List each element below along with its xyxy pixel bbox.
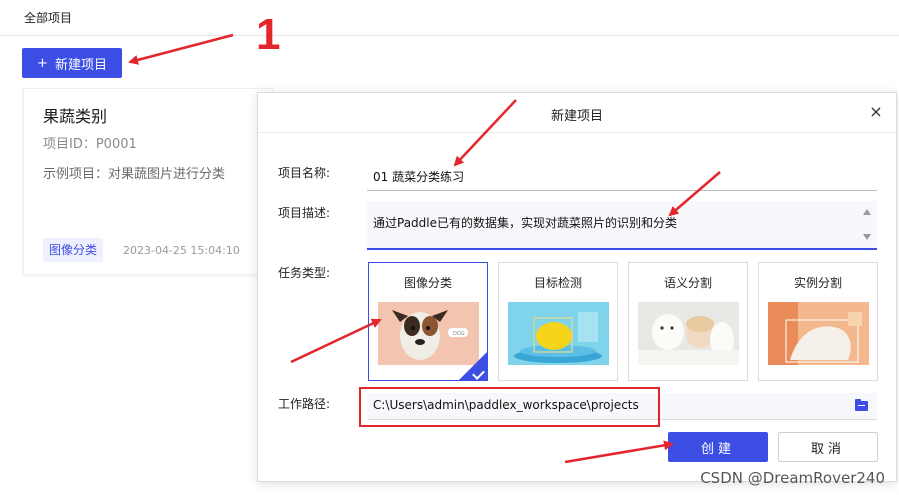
page-title: 全部项目 (24, 11, 73, 25)
folder-icon[interactable] (855, 399, 868, 411)
project-date: 2023-04-25 15:04:10 (123, 244, 240, 257)
step-number-annotation: 1 (256, 10, 281, 59)
project-desc-value: 通过Paddle已有的数据集，实现对蔬菜照片的识别和分类 (373, 216, 678, 230)
task-option-image-classification[interactable]: 图像分类 DOG (368, 262, 488, 381)
create-button[interactable]: 创建 (668, 432, 768, 462)
lemon-photo-icon (508, 302, 609, 365)
task-option-semantic-segmentation[interactable]: 语义分割 (628, 262, 748, 381)
project-name-label: 项目名称: (278, 166, 331, 180)
plus-icon: + (37, 55, 48, 71)
watermark: CSDN @DreamRover240 (700, 469, 885, 487)
task-type-label: 任务类型: (278, 266, 331, 280)
close-icon[interactable]: × (866, 102, 886, 122)
scroll-up-icon[interactable] (863, 209, 871, 215)
new-project-label: 新建项目 (54, 57, 107, 73)
dog-child-photo-icon (638, 302, 739, 365)
project-card[interactable]: 果蔬类别 项目ID：P0001 示例项目：对果蔬图片进行分类 图像分类 2023… (23, 88, 273, 275)
project-id: 项目ID：P0001 (43, 137, 137, 152)
project-desc-label: 项目描述: (278, 206, 331, 220)
work-path-label: 工作路径: (278, 397, 331, 411)
svg-text:DOG: DOG (453, 331, 465, 337)
top-bar: 全部项目 (0, 0, 899, 36)
task-option-label: 目标检测 (533, 276, 582, 290)
project-name-input[interactable] (367, 162, 877, 191)
page: 全部项目 + 新建项目 果蔬类别 项目ID：P0001 示例项目：对果蔬图片进行… (0, 0, 899, 495)
highlight-box-work-path (359, 387, 660, 427)
task-option-label: 语义分割 (663, 276, 712, 290)
new-project-button[interactable]: + 新建项目 (22, 48, 122, 78)
project-desc-textarea[interactable]: 通过Paddle已有的数据集，实现对蔬菜照片的识别和分类 (367, 201, 877, 250)
dialog-header: 新建项目 × (258, 93, 896, 133)
dialog-title: 新建项目 (550, 109, 603, 124)
task-option-object-detection[interactable]: 目标检测 (498, 262, 618, 381)
scroll-down-icon[interactable] (863, 234, 871, 240)
project-description: 示例项目：对果蔬图片进行分类 (43, 167, 226, 182)
cancel-button[interactable]: 取消 (778, 432, 878, 462)
project-type-tag: 图像分类 (43, 238, 104, 262)
task-option-label: 实例分割 (793, 276, 842, 290)
arrow-to-new-button (128, 33, 234, 65)
project-name: 果蔬类别 (43, 107, 108, 126)
task-option-label: 图像分类 (403, 276, 452, 290)
task-option-instance-segmentation[interactable]: 实例分割 (758, 262, 878, 381)
person-photo-icon (768, 302, 869, 365)
